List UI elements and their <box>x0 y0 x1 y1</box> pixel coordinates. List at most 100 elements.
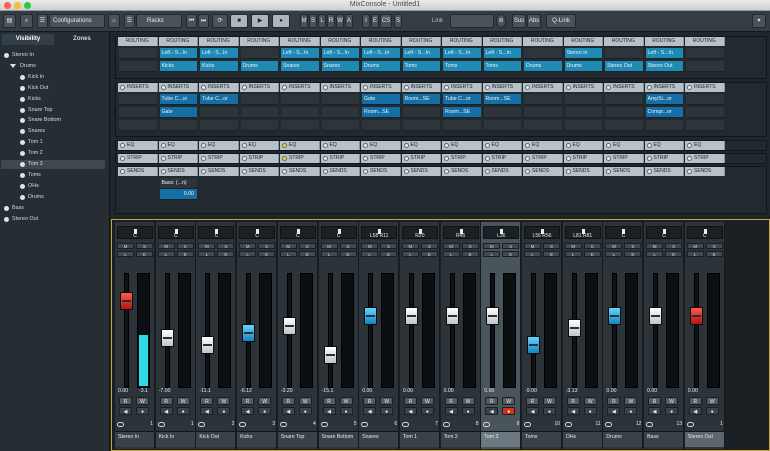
listen-button[interactable]: L <box>401 251 419 257</box>
insert-bypass-icon[interactable] <box>484 85 490 90</box>
mute-button[interactable]: M <box>686 243 704 249</box>
edit-channel-button[interactable]: E <box>583 251 601 257</box>
eq-header[interactable]: EQ <box>361 141 401 150</box>
strip-bypass-icon[interactable] <box>606 156 611 161</box>
write-automation-button[interactable]: W <box>420 397 434 405</box>
channel-name[interactable]: Drums <box>603 431 643 447</box>
panel-button-cs[interactable]: CS <box>380 14 392 28</box>
write-automation-button[interactable]: W <box>176 397 190 405</box>
routing-output-slot[interactable]: Drums <box>362 61 400 72</box>
link-icon[interactable] <box>361 422 369 427</box>
sends-bypass-icon[interactable] <box>687 169 692 174</box>
volume-value[interactable]: 0.00 <box>688 388 698 395</box>
sends-header[interactable]: SENDS <box>118 167 158 176</box>
solo-button[interactable]: S <box>339 243 357 249</box>
volume-value[interactable]: -11.1 <box>199 388 210 395</box>
channel-strip[interactable]: C M S L E -15.1 R W ◀ ● 5 Snare Bottom <box>318 222 359 449</box>
channel-strip[interactable]: C M S L E -11.1 R W ◀ ● 2 Kick Out <box>196 222 237 449</box>
monitor-button[interactable]: ◀ <box>566 407 580 415</box>
inserts-header[interactable]: INSERTS <box>644 83 684 92</box>
volume-value[interactable]: 0.00 <box>403 388 413 395</box>
insert-bypass-icon[interactable] <box>363 85 368 90</box>
mute-button[interactable]: M <box>117 243 134 249</box>
pan-control[interactable]: C <box>198 226 235 239</box>
sends-header[interactable]: SENDS <box>685 167 725 176</box>
edit-channel-button[interactable]: E <box>543 251 560 257</box>
eq-bypass-icon[interactable] <box>444 143 449 148</box>
routing-header[interactable]: ROUTING <box>401 37 441 46</box>
tab-zones[interactable]: Zones <box>56 34 108 45</box>
strip-bypass-icon[interactable] <box>444 156 449 161</box>
volume-fader[interactable] <box>527 336 540 355</box>
volume-value[interactable]: -15.1 <box>322 388 334 395</box>
solo-button[interactable]: S <box>461 243 479 249</box>
tree-item[interactable]: Toms <box>1 171 105 180</box>
pan-control[interactable]: L56 R56 <box>524 226 560 239</box>
routing-input-slot[interactable]: Left - S...In <box>159 48 197 59</box>
eq-bypass-icon[interactable] <box>403 143 409 148</box>
tree-item[interactable]: OHs <box>1 182 105 191</box>
routing-input-slot[interactable]: Left - S...In <box>200 48 238 59</box>
racks-dropdown[interactable]: Racks <box>136 14 182 28</box>
sus-button[interactable]: Sus <box>512 14 526 28</box>
link-icon[interactable] <box>564 422 572 427</box>
insert-slot[interactable] <box>281 94 319 105</box>
listen-button[interactable]: L <box>686 251 704 257</box>
qlink-button[interactable]: Q-Link <box>546 14 576 28</box>
insert-slot[interactable] <box>443 120 481 131</box>
inserts-header[interactable]: INSERTS <box>604 83 644 92</box>
sends-bypass-icon[interactable] <box>484 169 490 174</box>
sends-bypass-icon[interactable] <box>363 169 368 174</box>
pan-control[interactable]: C <box>320 226 357 239</box>
insert-slot[interactable]: Room...SE <box>443 107 481 118</box>
edit-channel-button[interactable]: E <box>624 251 642 257</box>
volume-fader[interactable] <box>323 345 337 364</box>
go-to-start-icon[interactable]: ⏮ <box>186 14 197 28</box>
volume-fader[interactable] <box>120 292 133 311</box>
routing-input-slot[interactable] <box>686 48 724 59</box>
routing-output-slot[interactable]: Toms <box>483 61 521 72</box>
record-enable-button[interactable]: ● <box>461 407 475 415</box>
channel-strip[interactable]: C M S L E 0.00 -3.1 R W ◀ ● 1 Stereo In <box>115 222 155 449</box>
monitor-button[interactable]: ◀ <box>200 407 214 415</box>
channel-strip[interactable]: L58 R11 M S L E 0.00 R W ◀ ● 6 Snares <box>359 222 400 449</box>
listen-button[interactable]: L <box>564 251 582 257</box>
insert-slot[interactable] <box>645 120 683 131</box>
insert-bypass-icon[interactable] <box>403 85 409 90</box>
routing-input-slot[interactable]: Left - S...In <box>321 48 359 59</box>
insert-slot[interactable]: Gate <box>159 107 197 118</box>
channel-name[interactable]: Snare Bottom <box>318 431 358 447</box>
strip-bypass-icon[interactable] <box>484 156 490 161</box>
eq-bypass-icon[interactable] <box>322 143 328 148</box>
pan-control[interactable]: C <box>239 226 276 239</box>
mode-button-l[interactable]: L <box>318 14 326 28</box>
monitor-button[interactable]: ◀ <box>363 407 377 415</box>
strip-header[interactable]: STRIP <box>118 154 158 163</box>
insert-bypass-icon[interactable] <box>322 85 328 90</box>
link-icon[interactable] <box>279 422 287 427</box>
link-icon[interactable] <box>442 422 450 427</box>
volume-fader[interactable] <box>567 318 581 337</box>
volume-value[interactable]: 0.00 <box>444 388 454 395</box>
insert-bypass-icon[interactable] <box>444 85 449 90</box>
channel-strip[interactable]: C M S L E 0.00 R W ◀ ● 1 Stereo Out <box>684 222 725 449</box>
channel-name[interactable]: Tom 2 <box>440 431 480 447</box>
insert-slot[interactable] <box>686 94 724 105</box>
routing-input-slot[interactable] <box>524 48 562 59</box>
insert-slot[interactable] <box>362 120 400 131</box>
volume-value[interactable]: 0.00 <box>362 388 372 395</box>
sends-bypass-icon[interactable] <box>646 169 652 174</box>
strip-bypass-icon[interactable] <box>241 156 247 161</box>
eq-header[interactable]: EQ <box>239 141 279 150</box>
pan-control[interactable]: C <box>605 226 642 239</box>
monitor-button[interactable]: ◀ <box>485 407 499 415</box>
cycle-icon[interactable]: ⟳ <box>212 14 228 28</box>
play-icon[interactable]: ▶ <box>251 14 269 28</box>
mode-button-w[interactable]: W <box>336 14 344 28</box>
visibility-dot-icon[interactable] <box>4 216 9 222</box>
edit-channel-button[interactable]: E <box>420 251 438 257</box>
send-slot[interactable]: Bass: (...n) <box>159 178 197 189</box>
insert-slot[interactable]: Room...SE <box>362 107 400 118</box>
sends-bypass-icon[interactable] <box>241 169 247 174</box>
routing-output-slot[interactable]: Snares <box>321 61 359 72</box>
